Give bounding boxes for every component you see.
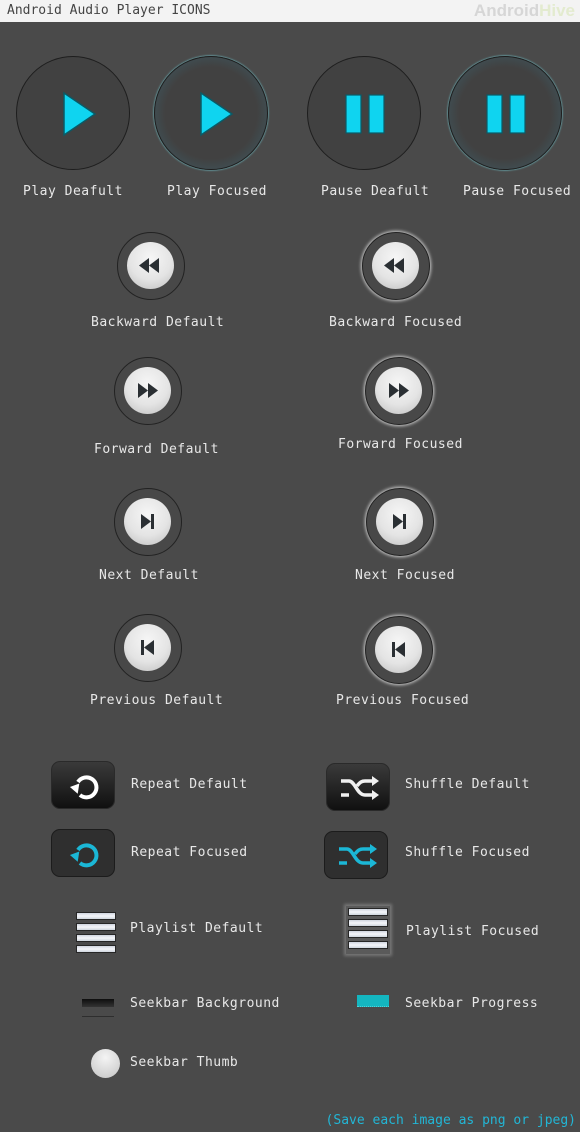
skip-next-icon bbox=[393, 514, 406, 529]
seekbar-background-label: Seekbar Background bbox=[130, 996, 280, 1011]
next-default-label: Next Default bbox=[99, 568, 199, 583]
repeat-icon bbox=[69, 775, 99, 800]
play-default-button[interactable] bbox=[16, 56, 130, 170]
play-default-label: Play Deafult bbox=[23, 184, 123, 199]
repeat-default-button[interactable] bbox=[51, 761, 115, 809]
repeat-focused-button[interactable] bbox=[51, 829, 115, 877]
brand-android: Android bbox=[473, 1, 540, 20]
pause-default-button[interactable] bbox=[307, 56, 421, 170]
pause-focused-label: Pause Focused bbox=[463, 184, 572, 199]
next-focused-label: Next Focused bbox=[355, 568, 455, 583]
play-icon bbox=[63, 91, 97, 137]
previous-focused-button[interactable] bbox=[365, 616, 433, 684]
brand-hive: Hive bbox=[539, 1, 575, 20]
seekbar-thumb[interactable] bbox=[91, 1049, 120, 1078]
repeat-focused-label: Repeat Focused bbox=[131, 845, 248, 860]
skip-previous-icon bbox=[392, 642, 405, 657]
footer-note: (Save each image as png or jpeg) bbox=[325, 1113, 576, 1128]
backward-focused-label: Backward Focused bbox=[329, 315, 463, 330]
repeat-default-label: Repeat Default bbox=[131, 777, 248, 792]
playlist-default-label: Playlist Default bbox=[130, 921, 264, 936]
playlist-focused-label: Playlist Focused bbox=[406, 924, 540, 939]
previous-default-button[interactable] bbox=[114, 614, 182, 682]
forward-default-label: Forward Default bbox=[94, 442, 219, 457]
forward-focused-button[interactable] bbox=[365, 357, 433, 425]
seekbar-progress bbox=[357, 995, 389, 1007]
forward-focused-label: Forward Focused bbox=[338, 437, 463, 452]
skip-previous-icon bbox=[141, 640, 154, 655]
fast-forward-icon bbox=[138, 383, 158, 398]
previous-focused-label: Previous Focused bbox=[336, 693, 470, 708]
seekbar-background-line bbox=[82, 1016, 114, 1017]
repeat-icon bbox=[69, 843, 99, 868]
play-focused-label: Play Focused bbox=[167, 184, 267, 199]
skip-next-icon bbox=[141, 514, 154, 529]
shuffle-icon bbox=[341, 776, 379, 800]
seekbar-progress-label: Seekbar Progress bbox=[405, 996, 539, 1011]
pause-icon bbox=[345, 94, 385, 134]
next-default-button[interactable] bbox=[114, 488, 182, 556]
fast-forward-icon bbox=[389, 383, 409, 398]
pause-default-label: Pause Deafult bbox=[321, 184, 430, 199]
rewind-icon bbox=[139, 258, 159, 273]
playlist-default-icon[interactable] bbox=[76, 912, 116, 956]
forward-default-button[interactable] bbox=[114, 357, 182, 425]
shuffle-focused-label: Shuffle Focused bbox=[405, 845, 530, 860]
seekbar-thumb-label: Seekbar Thumb bbox=[130, 1055, 239, 1070]
shuffle-default-label: Shuffle Default bbox=[405, 777, 530, 792]
shuffle-default-button[interactable] bbox=[326, 763, 390, 811]
previous-default-label: Previous Default bbox=[90, 693, 224, 708]
seekbar-background bbox=[82, 999, 114, 1007]
backward-default-button[interactable] bbox=[117, 232, 185, 300]
play-focused-button[interactable] bbox=[154, 56, 268, 170]
backward-focused-button[interactable] bbox=[362, 232, 430, 300]
brand-logo: AndroidHive bbox=[474, 1, 575, 21]
playlist-focused-icon[interactable] bbox=[346, 906, 390, 954]
header-bar: Android Audio Player ICONS AndroidHive bbox=[0, 0, 580, 22]
play-icon bbox=[200, 91, 234, 137]
rewind-icon bbox=[384, 258, 404, 273]
shuffle-icon bbox=[339, 844, 377, 868]
shuffle-focused-button[interactable] bbox=[324, 831, 388, 879]
backward-default-label: Backward Default bbox=[91, 315, 225, 330]
pause-icon bbox=[486, 94, 526, 134]
pause-focused-button[interactable] bbox=[448, 56, 562, 170]
next-focused-button[interactable] bbox=[366, 488, 434, 556]
page-title: Android Audio Player ICONS bbox=[7, 3, 211, 18]
